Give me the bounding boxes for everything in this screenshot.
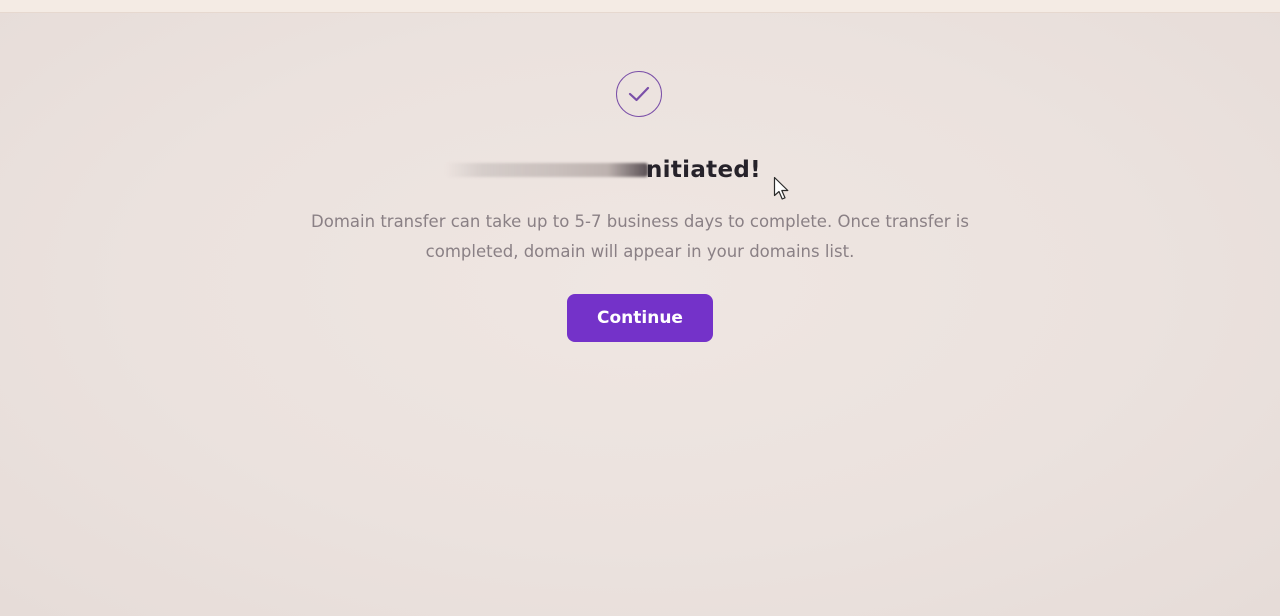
redacted-title-part — [446, 163, 648, 177]
mouse-pointer-icon — [773, 176, 789, 200]
checkmark-icon — [628, 86, 650, 102]
transfer-description: Domain transfer can take up to 5-7 busin… — [311, 212, 969, 261]
transfer-confirmation-panel: nitiated! Domain transfer can take up to… — [0, 0, 1280, 616]
continue-button[interactable]: Continue — [567, 294, 713, 342]
check-circle-icon — [616, 71, 662, 117]
confirmation-title: nitiated! — [646, 157, 761, 183]
